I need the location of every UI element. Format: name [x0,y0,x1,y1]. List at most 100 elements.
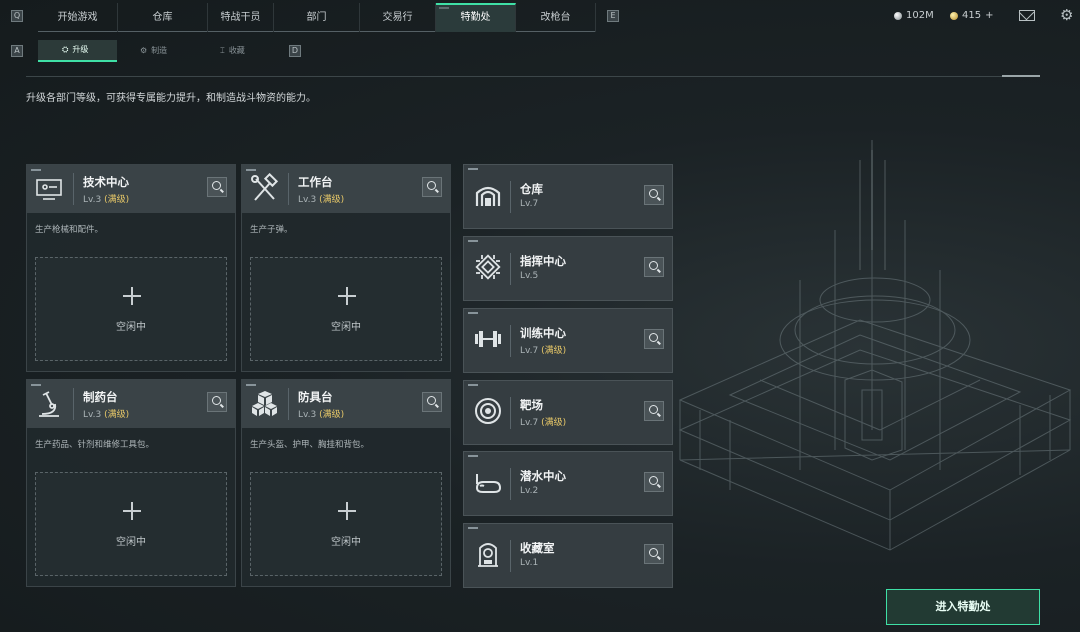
main-tab-bar: 开始游戏 仓库 特战干员 部门 交易行 特勤处 改枪台 [38,3,596,32]
search-icon[interactable] [644,544,664,564]
search-icon[interactable] [644,185,664,205]
slot-status: 空闲中 [331,322,361,333]
tools-icon [248,173,280,205]
level-value: Lv.3 [298,410,317,420]
slot-status: 空闲中 [116,537,146,548]
search-icon[interactable] [422,177,442,197]
production-slot[interactable]: 空闲中 [35,257,227,361]
subtab-upgrade-label: 升级 [72,45,89,54]
card-description: 生产子弹。 [250,225,293,235]
search-icon[interactable] [422,392,442,412]
header-separator [73,388,74,420]
plus-icon [335,499,359,523]
tab-special-ops[interactable]: 特勤处 [436,3,516,32]
tab-start-game[interactable]: 开始游戏 [38,3,118,32]
card-title: 工作台 [298,175,333,189]
card-title: 仓库 [520,182,543,196]
page-description: 升级各部门等级，可获得专属能力提升，和制造战斗物资的能力。 [26,93,316,104]
chip-icon [472,251,504,283]
tab-warehouse[interactable]: 仓库 [118,3,208,32]
divider [26,75,1040,77]
base-wireframe-illustration [640,130,1080,600]
gold-amount: 415 [962,10,982,21]
key-hint-d: D [289,45,301,57]
card-description: 生产药品、针剂和维修工具包。 [35,440,155,450]
subtab-upgrade[interactable]: ⛭ 升级 [38,40,117,62]
max-level-badge: (满级) [541,418,567,428]
header-separator [510,181,511,213]
max-level-badge: (满级) [541,346,567,356]
card-title: 训练中心 [520,326,566,340]
search-icon[interactable] [644,257,664,277]
header-separator [288,388,289,420]
header-separator [510,253,511,285]
microscope-icon [33,388,65,420]
department-card-diving-center[interactable]: 潜水中心 Lv.2 [463,451,673,516]
gear-icon[interactable]: ⚙ [1060,8,1075,23]
level-value: Lv.1 [520,558,539,568]
gold-add[interactable]: + [985,10,993,21]
card-description: 生产头盔、护甲、胸挂和背包。 [250,440,370,450]
level-value: Lv.7 [520,346,539,356]
header-separator [510,325,511,357]
card-level: Lv.3 (满级) [298,407,344,420]
key-hint-q: Q [11,10,23,22]
production-slot[interactable]: 空闲中 [35,472,227,576]
plus-icon [120,284,144,308]
search-icon[interactable] [644,329,664,349]
card-level: Lv.7 (满级) [520,343,566,356]
dumbbell-icon [472,323,504,355]
slot-status: 空闲中 [331,537,361,548]
card-header: 工作台 Lv.3 (满级) [242,165,450,213]
production-card-workbench[interactable]: 工作台 Lv.3 (满级) 生产子弹。 空闲中 [241,164,451,372]
slot-status: 空闲中 [116,322,146,333]
currency-silver[interactable]: 102M [894,10,934,21]
card-title: 潜水中心 [520,469,566,483]
max-level-badge: (满级) [319,410,345,420]
production-card-pharmacy[interactable]: 制药台 Lv.3 (满级) 生产药品、针剂和维修工具包。 空闲中 [26,379,236,587]
tab-operators[interactable]: 特战干员 [208,3,274,32]
card-title: 收藏室 [520,541,555,555]
plus-icon [335,284,359,308]
currency-gold[interactable]: 415 + [950,10,993,21]
production-slot[interactable]: 空闲中 [250,257,442,361]
level-value: Lv.5 [520,271,539,281]
enter-special-ops-button[interactable]: 进入特勤处 [886,589,1040,625]
tab-market[interactable]: 交易行 [360,3,436,32]
key-hint-a: A [11,45,23,57]
department-card-training-center[interactable]: 训练中心 Lv.7 (满级) [463,308,673,373]
upgrade-icon: ⛭ [62,45,69,54]
department-card-command-center[interactable]: 指挥中心 Lv.5 [463,236,673,301]
mail-icon[interactable] [1019,10,1035,21]
level-value: Lv.2 [520,486,539,496]
search-icon[interactable] [644,472,664,492]
collection-icon: ⌶ [220,46,225,55]
card-title: 靶场 [520,398,543,412]
craft-icon: ⚙ [140,46,148,55]
search-icon[interactable] [207,177,227,197]
search-icon[interactable] [207,392,227,412]
plus-icon [120,499,144,523]
department-card-warehouse[interactable]: 仓库 Lv.7 [463,164,673,229]
department-card-shooting-range[interactable]: 靶场 Lv.7 (满级) [463,380,673,445]
level-value: Lv.3 [83,195,102,205]
card-level: Lv.7 (满级) [520,415,566,428]
subtab-craft[interactable]: ⚙ 制造 [140,40,167,62]
header-separator [73,173,74,205]
production-card-tech-center[interactable]: 技术中心 Lv.3 (满级) 生产枪械和配件。 空闲中 [26,164,236,372]
subtab-collection[interactable]: ⌶ 收藏 [220,40,245,62]
production-card-armor-bench[interactable]: 防具台 Lv.3 (满级) 生产头盔、护甲、胸挂和背包。 空闲中 [241,379,451,587]
card-title: 防具台 [298,390,333,404]
card-level: Lv.3 (满级) [83,407,129,420]
production-slot[interactable]: 空闲中 [250,472,442,576]
tab-departments[interactable]: 部门 [274,3,360,32]
tab-gunsmith[interactable]: 改枪台 [516,3,596,32]
gold-coin-icon [950,11,958,20]
search-icon[interactable] [644,401,664,421]
department-card-collection-room[interactable]: 收藏室 Lv.1 [463,523,673,588]
level-value: Lv.3 [298,195,317,205]
card-title: 制药台 [83,390,118,404]
card-level: Lv.1 [520,558,538,568]
header-separator [288,173,289,205]
warehouse-icon [472,179,504,211]
